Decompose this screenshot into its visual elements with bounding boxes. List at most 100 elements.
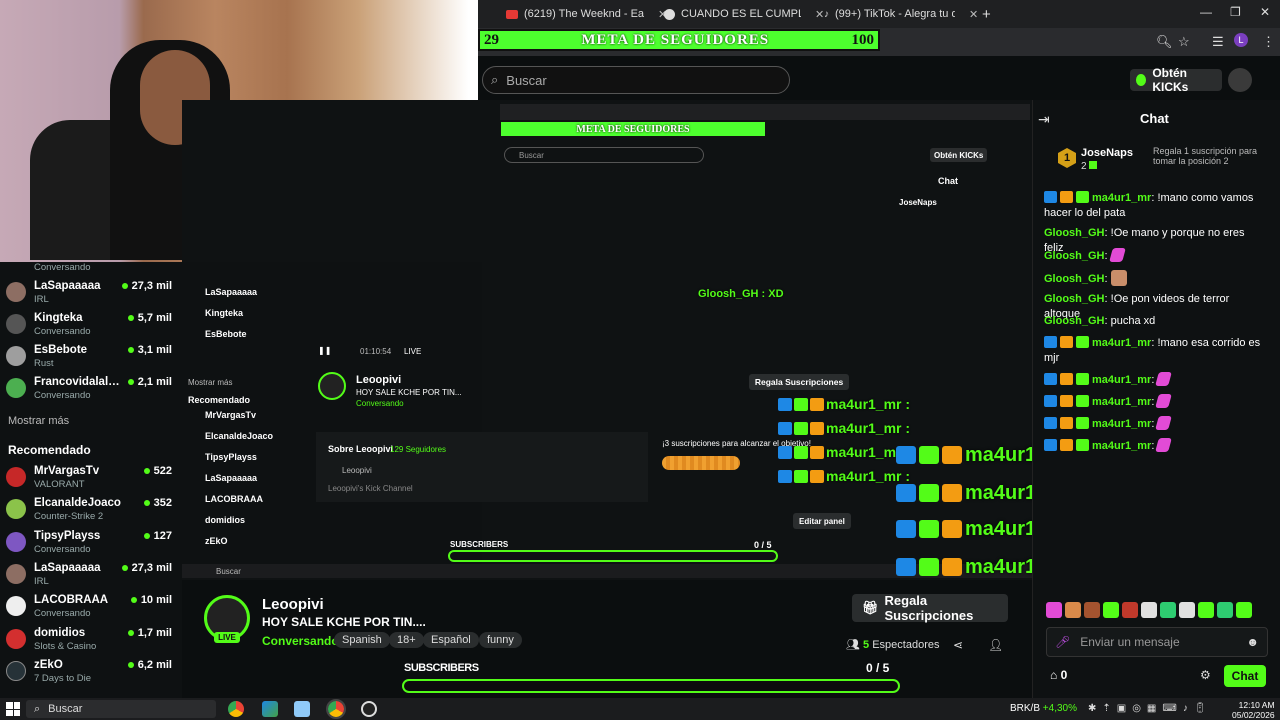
chat-username[interactable]: Gloosh_GH <box>1044 250 1105 262</box>
stream-category-link[interactable]: Conversando <box>262 634 339 648</box>
search-input[interactable]: ⌕ Buscar <box>482 66 790 94</box>
chat-badge-icon <box>1076 417 1089 429</box>
sidebar-item-francovidalalcalde[interactable]: Francovidalalcalde Conversando 2,1 mil <box>6 374 178 404</box>
chat-username[interactable]: ma4ur1_mr <box>1092 192 1151 204</box>
chat-message-input[interactable]: 🎤︎ Enviar un mensaje ☻ <box>1046 627 1268 657</box>
chat-settings-icon[interactable]: ⚙ <box>1200 668 1211 682</box>
sidebar-item-elcanaldejoaco[interactable]: ElcanaldeJoaco Counter-Strike 2 352 <box>6 495 178 525</box>
chat-username[interactable]: Gloosh_GH <box>1044 315 1105 327</box>
sidebar-item-esbebote[interactable]: EsBebote Rust 3,1 mil <box>6 342 178 372</box>
tag-spanish[interactable]: Spanish <box>334 632 390 648</box>
sidebar-item-tipsyplayss[interactable]: TipsyPlayss Conversando 127 <box>6 528 178 558</box>
chat-send-button[interactable]: Chat <box>1224 665 1266 687</box>
emote-icon[interactable] <box>1046 602 1062 618</box>
sidebar-item-kingteka[interactable]: Kingteka Conversando 5,7 mil <box>6 310 178 340</box>
chat-username[interactable]: ma4ur1_mr <box>1092 440 1151 452</box>
close-window-icon[interactable]: ✕ <box>1260 5 1270 19</box>
emote-icon[interactable] <box>1122 602 1138 618</box>
sidebar-item-zeko[interactable]: zEkO 7 Days to Die 6,2 mil <box>6 657 178 687</box>
chrome-app-icon[interactable] <box>228 701 244 717</box>
goal-title: META DE SEGUIDORES <box>581 31 770 48</box>
chrome-active-app-icon[interactable] <box>326 699 346 719</box>
viewer-count: 27,3 mil <box>121 562 172 574</box>
chat-username[interactable]: ma4ur1_mr <box>1092 374 1151 386</box>
tag-espanol[interactable]: Español <box>423 632 479 648</box>
chat-username[interactable]: Gloosh_GH <box>1044 227 1105 239</box>
report-user-icon[interactable]: 👤︎ <box>988 638 1003 652</box>
inner-channel-name: LaSapaaaaa <box>205 473 258 483</box>
menu-dots-icon[interactable]: ⋮ <box>1262 34 1275 50</box>
emoji-icon[interactable]: ☻ <box>1246 635 1259 649</box>
extensions-icon[interactable]: ☰ <box>1212 34 1224 50</box>
copilot-app-icon[interactable] <box>262 701 278 717</box>
emote-icon[interactable] <box>1217 602 1233 618</box>
close-icon[interactable]: ✕ <box>969 8 978 21</box>
browser-tab[interactable]: (6219) The Weeknd - Earned It ✕ <box>506 4 667 24</box>
tag-funny[interactable]: funny <box>479 632 522 648</box>
microphone-icon[interactable]: 🎤︎ <box>1055 635 1070 649</box>
sidebar-item-domidios[interactable]: domidios Slots & Casino 1,7 mil <box>6 625 178 655</box>
show-more-link[interactable]: Mostrar más <box>8 415 69 427</box>
system-tray-icons[interactable]: ✱⇡▣◎▦⌨♪🔋︎ <box>1088 703 1213 714</box>
notes-app-icon[interactable] <box>294 701 310 717</box>
sidebar-item-lasapaaaaa-rec[interactable]: LaSapaaaaa IRL 27,3 mil <box>6 560 178 590</box>
start-button[interactable] <box>6 702 20 716</box>
emote-icon[interactable] <box>1141 602 1157 618</box>
minimize-icon[interactable]: — <box>1200 5 1212 19</box>
kicks-label: Obtén KICKs <box>1152 66 1189 94</box>
emote-icon[interactable] <box>1179 602 1195 618</box>
search-icon: ⌕ <box>34 702 41 715</box>
browser-tab[interactable]: CUANDO ES EL CUMPLEAÑOS ✕ <box>664 4 824 24</box>
chat-kicks-counter[interactable]: ⌂ 0 <box>1050 668 1067 682</box>
bookmark-star-icon[interactable]: ☆ <box>1178 34 1190 50</box>
emote-icon[interactable] <box>1236 602 1252 618</box>
tag-18plus[interactable]: 18+ <box>389 632 424 648</box>
inner-goal-progress <box>662 456 740 470</box>
chat-username[interactable]: ma4ur1_mr <box>1092 396 1151 408</box>
badge-icon <box>896 520 916 538</box>
emote-bar <box>1046 602 1274 622</box>
emote-icon[interactable] <box>1084 602 1100 618</box>
emote-icon[interactable] <box>1198 602 1214 618</box>
taskbar-clock[interactable]: 12:10 AM 05/02/2026 <box>1232 700 1275 720</box>
channel-category: Conversando <box>34 390 91 401</box>
channel-category: Conversando <box>34 608 91 619</box>
close-icon[interactable]: ✕ <box>815 8 824 21</box>
gift-subscriptions-button[interactable]: 🎁︎ Regala Suscripciones <box>852 593 1008 623</box>
browser-tab[interactable]: ♪ (99+) TikTok - Alegra tu día ✕ <box>824 4 978 24</box>
taskbar-search[interactable]: ⌕ Buscar <box>26 700 216 718</box>
avatar <box>6 661 26 681</box>
live-dot-icon <box>143 468 150 474</box>
chat-badge-icon <box>1044 191 1057 203</box>
top-gifter-name[interactable]: JoseNaps <box>1081 147 1133 159</box>
new-tab-button[interactable]: + <box>982 4 991 24</box>
inner-about-item: Leoopivi <box>342 466 372 475</box>
channel-name: domidios <box>34 627 86 639</box>
get-kicks-button[interactable]: Obtén KICKs <box>1130 66 1222 94</box>
chat-username[interactable]: Gloosh_GH <box>1044 293 1105 305</box>
subscribers-count: 0 / 5 <box>866 661 890 675</box>
streamer-name[interactable]: Leoopivi <box>262 596 324 613</box>
inner-about-followers: 129 Seguidores <box>390 445 447 454</box>
sidebar-item-mrvargastv[interactable]: MrVargasTv VALORANT 522 <box>6 463 178 493</box>
user-avatar[interactable] <box>1228 68 1252 92</box>
obs-app-icon[interactable] <box>361 701 377 717</box>
chat-username[interactable]: ma4ur1_mr <box>1092 337 1151 349</box>
maximize-icon[interactable]: ❐ <box>1230 5 1241 19</box>
sidebar-item-lacobraaa[interactable]: LACOBRAAA Conversando 10 mil <box>6 592 178 622</box>
chat-username[interactable]: Gloosh_GH <box>1044 273 1105 285</box>
viewer-count-value: 5,7 mil <box>137 312 172 324</box>
chat-badge-icon <box>1060 336 1073 348</box>
sidebar-item-lasapaaaaa[interactable]: LaSapaaaaa IRL 27,3 mil <box>6 278 178 308</box>
chat-username[interactable]: ma4ur1_mr <box>1092 418 1151 430</box>
zoom-icon[interactable]: 🔍︎ <box>1156 34 1173 50</box>
emote-icon[interactable] <box>1160 602 1176 618</box>
share-icon[interactable]: ⋖ <box>953 638 963 652</box>
inner-subs-bar <box>448 550 778 562</box>
emote-icon[interactable] <box>1103 602 1119 618</box>
chat-message: ma4ur1_mr: <box>1044 416 1266 432</box>
profile-avatar[interactable]: L <box>1234 33 1248 47</box>
emote-icon[interactable] <box>1065 602 1081 618</box>
collapse-chat-icon[interactable]: ⇥ <box>1038 111 1050 128</box>
viewer-count-value: 3,1 mil <box>137 344 172 356</box>
